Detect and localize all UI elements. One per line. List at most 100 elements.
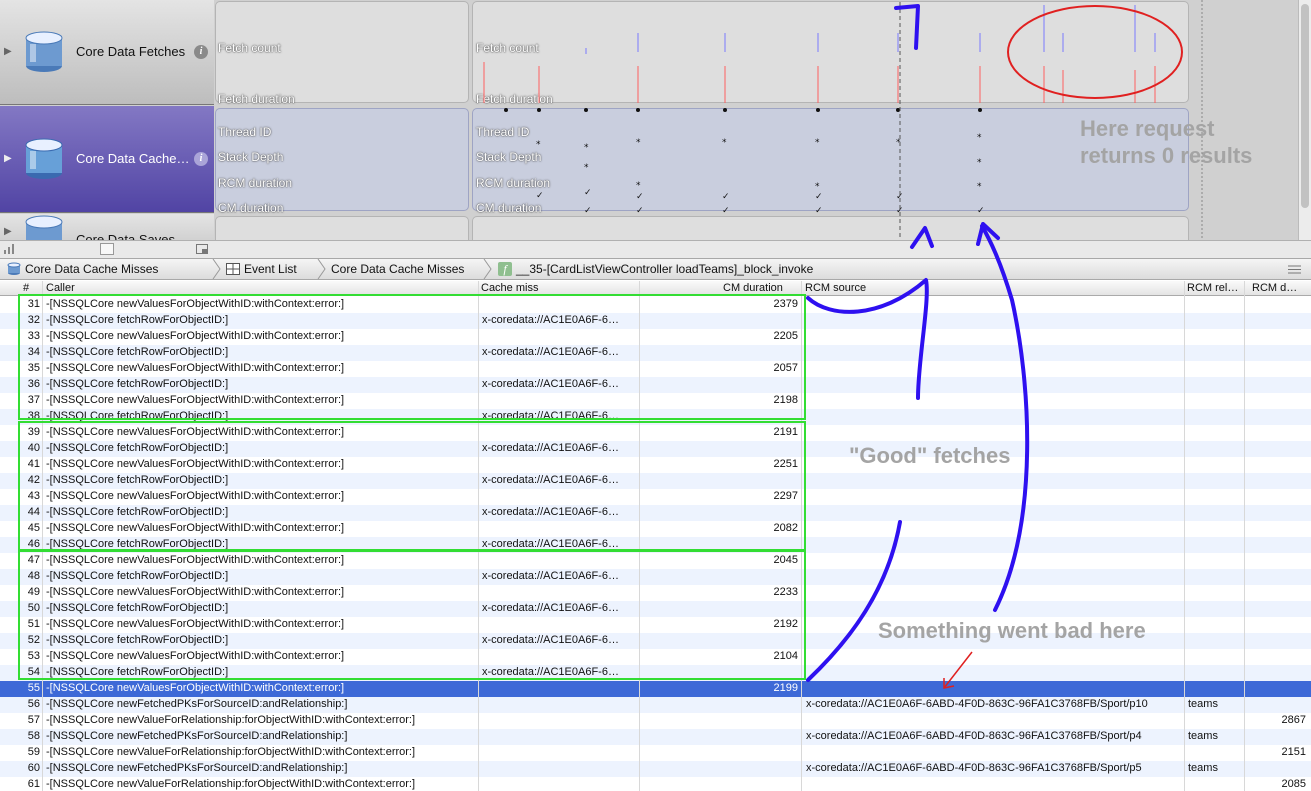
table-row[interactable]: 33 -[NSSQLCore newValuesForObjectWithID:w…: [0, 329, 1311, 345]
caller-cell: -[NSSQLCore newValuesForObjectWithID:wit…: [46, 586, 345, 598]
breadcrumb-label: __35-[CardListViewController loadTeams]_…: [516, 262, 814, 276]
track-header[interactable]: ▶ Core Data Fetches i: [0, 0, 214, 105]
cache-miss-cell: x-coredata://AC1E0A6F-6…: [482, 602, 619, 614]
table-row[interactable]: 53 -[NSSQLCore newValuesForObjectWithID:w…: [0, 649, 1311, 665]
cache-miss-cell: x-coredata://AC1E0A6F-6…: [482, 538, 619, 550]
row-number: 38: [27, 410, 40, 422]
track-label: Stack Depth: [218, 150, 284, 164]
caller-cell: -[NSSQLCore fetchRowForObjectID:]: [46, 538, 229, 550]
row-number: 50: [27, 602, 40, 614]
timeline-pane[interactable]: [472, 216, 1189, 240]
row-number: 36: [27, 378, 40, 390]
tracks-scrollbar[interactable]: [1298, 0, 1311, 240]
column-header-cache-miss[interactable]: Cache miss: [481, 282, 538, 294]
table-row[interactable]: 39 -[NSSQLCore newValuesForObjectWithID:w…: [0, 425, 1311, 441]
table-row[interactable]: 46 -[NSSQLCore fetchRowForObjectID:] x-cor…: [0, 537, 1311, 553]
track-header[interactable]: ▶ Core Data Saves: [0, 214, 214, 240]
breadcrumb-function[interactable]: f __35-[CardListViewController loadTeams…: [498, 262, 813, 276]
row-number: 33: [27, 330, 40, 342]
rcm-source-cell: x-coredata://AC1E0A6F-6ABD-4F0D-863C-96F…: [806, 762, 1142, 774]
table-row[interactable]: 31 -[NSSQLCore newValuesForObjectWithID:w…: [0, 297, 1311, 313]
column-header-num[interactable]: #: [23, 282, 29, 294]
rcm-relationship-cell: teams: [1188, 730, 1218, 742]
table-row[interactable]: 38 -[NSSQLCore fetchRowForObjectID:] x-cor…: [0, 409, 1311, 425]
track-core-data-saves[interactable]: ▶ Core Data Saves: [0, 214, 1300, 240]
cm-duration-cell: 2082: [773, 522, 798, 534]
info-icon[interactable]: i: [194, 45, 208, 59]
caller-cell: -[NSSQLCore newValuesForObjectWithID:wit…: [46, 650, 345, 662]
track-label-pane: Fetch count Fetch duration: [215, 1, 469, 106]
caller-cell: -[NSSQLCore fetchRowForObjectID:]: [46, 346, 229, 358]
table-row[interactable]: 61 -[NSSQLCore newValueForRelationship:fo…: [0, 777, 1311, 791]
info-icon[interactable]: i: [194, 152, 208, 166]
timeline-pane[interactable]: Fetch count Fetch duration: [472, 1, 1189, 106]
cm-duration-cell: 2251: [773, 458, 798, 470]
disclosure-triangle-icon[interactable]: ▶: [4, 46, 12, 57]
breadcrumb-view[interactable]: Event List: [226, 262, 297, 276]
row-number: 49: [27, 586, 40, 598]
track-name: Core Data Fetches: [76, 44, 186, 59]
row-number: 57: [27, 714, 40, 726]
table-row[interactable]: 32 -[NSSQLCore fetchRowForObjectID:] x-cor…: [0, 313, 1311, 329]
column-divider: [801, 281, 802, 791]
table-row[interactable]: 37 -[NSSQLCore newValuesForObjectWithID:w…: [0, 393, 1311, 409]
table-row[interactable]: 42 -[NSSQLCore fetchRowForObjectID:] x-cor…: [0, 473, 1311, 489]
row-number: 56: [27, 698, 40, 710]
scrollbar-thumb[interactable]: [1301, 4, 1309, 208]
caller-cell: -[NSSQLCore newValuesForObjectWithID:wit…: [46, 490, 345, 502]
row-number: 51: [27, 618, 40, 630]
table-row[interactable]: 58 -[NSSQLCore newFetchedPKsForSourceID:a…: [0, 729, 1311, 745]
table-row[interactable]: 43 -[NSSQLCore newValuesForObjectWithID:w…: [0, 489, 1311, 505]
table-row[interactable]: 60 -[NSSQLCore newFetchedPKsForSourceID:a…: [0, 761, 1311, 777]
caller-cell: -[NSSQLCore newFetchedPKsForSourceID:and…: [46, 698, 348, 710]
table-row[interactable]: 55 -[NSSQLCore newValuesForObjectWithID:w…: [0, 681, 1311, 697]
event-list-table: 31 -[NSSQLCore newValuesForObjectWithID:w…: [0, 297, 1311, 791]
table-row[interactable]: 45 -[NSSQLCore newValuesForObjectWithID:w…: [0, 521, 1311, 537]
cm-duration-cell: 2192: [773, 618, 798, 630]
table-row[interactable]: 50 -[NSSQLCore fetchRowForObjectID:] x-cor…: [0, 601, 1311, 617]
column-header-rcm-relationship[interactable]: RCM rel…: [1187, 282, 1238, 294]
table-row[interactable]: 47 -[NSSQLCore newValuesForObjectWithID:w…: [0, 553, 1311, 569]
table-row[interactable]: 59 -[NSSQLCore newValueForRelationship:fo…: [0, 745, 1311, 761]
cache-miss-cell: x-coredata://AC1E0A6F-6…: [482, 634, 619, 646]
table-row[interactable]: 41 -[NSSQLCore newValuesForObjectWithID:w…: [0, 457, 1311, 473]
breadcrumb-instrument[interactable]: Core Data Cache Misses: [7, 262, 158, 276]
cm-duration-cell: 2045: [773, 554, 798, 566]
breadcrumb-label: Event List: [244, 262, 297, 276]
table-row[interactable]: 48 -[NSSQLCore fetchRowForObjectID:] x-cor…: [0, 569, 1311, 585]
track-label: Stack Depth: [476, 150, 542, 164]
table-row[interactable]: 54 -[NSSQLCore fetchRowForObjectID:] x-cor…: [0, 665, 1311, 681]
row-number: 39: [27, 426, 40, 438]
list-options-icon[interactable]: [1288, 265, 1301, 274]
caller-cell: -[NSSQLCore newValuesForObjectWithID:wit…: [46, 618, 345, 630]
table-row[interactable]: 34 -[NSSQLCore fetchRowForObjectID:] x-cor…: [0, 345, 1311, 361]
caller-cell: -[NSSQLCore newValuesForObjectWithID:wit…: [46, 458, 345, 470]
table-row[interactable]: 35 -[NSSQLCore newValuesForObjectWithID:w…: [0, 361, 1311, 377]
row-number: 54: [27, 666, 40, 678]
column-divider: [639, 281, 640, 791]
column-header-rcm-source[interactable]: RCM source: [805, 282, 866, 294]
disclosure-triangle-icon[interactable]: ▶: [4, 153, 12, 164]
table-row[interactable]: 49 -[NSSQLCore newValuesForObjectWithID:w…: [0, 585, 1311, 601]
split-view-icon[interactable]: [196, 244, 208, 254]
chart-icon[interactable]: [4, 244, 16, 254]
column-header-caller[interactable]: Caller: [46, 282, 75, 294]
table-row[interactable]: 57 -[NSSQLCore newValueForRelationship:fo…: [0, 713, 1311, 729]
table-row[interactable]: 56 -[NSSQLCore newFetchedPKsForSourceID:a…: [0, 697, 1311, 713]
table-row[interactable]: 44 -[NSSQLCore fetchRowForObjectID:] x-cor…: [0, 505, 1311, 521]
caller-cell: -[NSSQLCore newValueForRelationship:forO…: [46, 778, 416, 790]
table-header: # Caller Cache miss CM duration RCM sour…: [0, 281, 1311, 296]
track-core-data-fetches[interactable]: ▶ Core Data Fetches i Fetch count Fetch …: [0, 0, 1300, 106]
row-number: 52: [27, 634, 40, 646]
disclosure-triangle-icon[interactable]: ▶: [4, 226, 12, 237]
column-header-rcm-duration[interactable]: RCM d…: [1252, 282, 1297, 294]
table-row[interactable]: 40 -[NSSQLCore fetchRowForObjectID:] x-cor…: [0, 441, 1311, 457]
breadcrumb-detail[interactable]: Core Data Cache Misses: [331, 262, 464, 276]
column-header-cm-duration[interactable]: CM duration: [723, 282, 783, 294]
row-number: 59: [27, 746, 40, 758]
table-row[interactable]: 36 -[NSSQLCore fetchRowForObjectID:] x-cor…: [0, 377, 1311, 393]
resize-handle-icon[interactable]: [100, 243, 114, 255]
breadcrumb-separator-icon: [483, 259, 492, 279]
track-label: Thread ID: [218, 125, 272, 139]
track-header[interactable]: ▶ Core Data Cache… i: [0, 106, 214, 213]
